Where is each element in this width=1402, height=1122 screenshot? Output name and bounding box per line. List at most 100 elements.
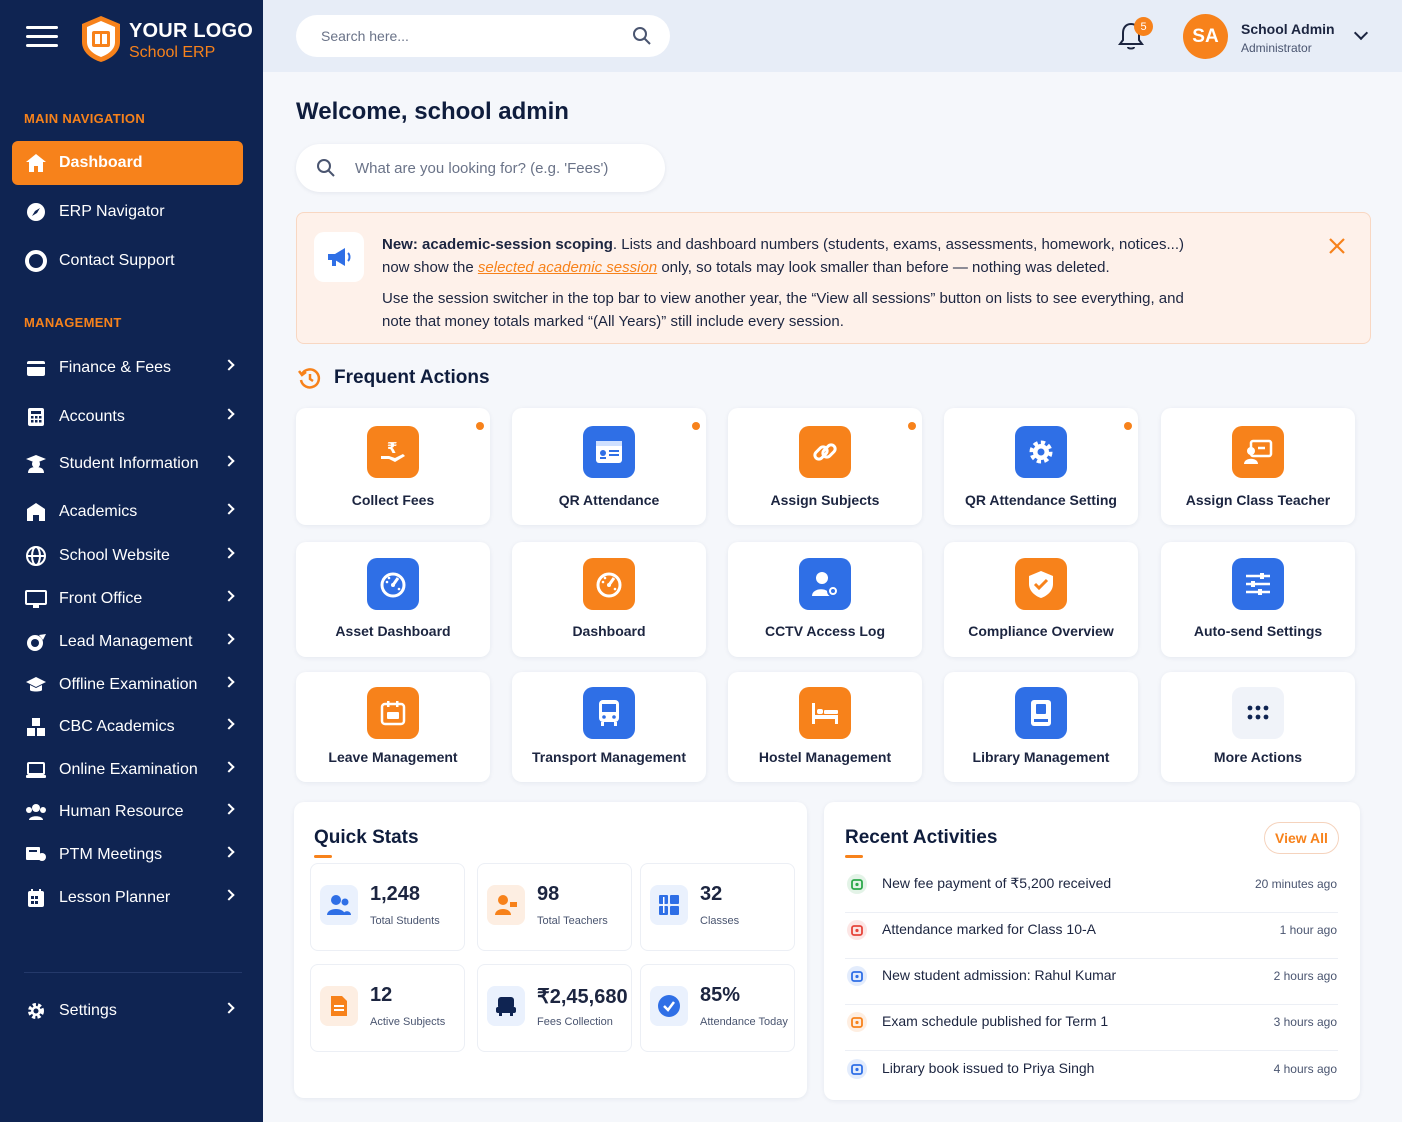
action-card-collect-fees[interactable]: ₹ Collect Fees (296, 408, 490, 525)
gear-icon (1015, 426, 1067, 478)
svg-text:₹: ₹ (387, 439, 397, 457)
action-card-more-actions[interactable]: More Actions (1161, 672, 1355, 782)
header-search-input[interactable]: Search here... (296, 15, 670, 57)
notice-text: New: academic-session scoping. Lists and… (382, 233, 1192, 333)
close-icon[interactable] (1328, 237, 1346, 255)
chevron-right-icon (223, 676, 235, 688)
activity-item[interactable]: Library book issued to Priya Singh 4 hour… (845, 1052, 1338, 1098)
hamburger-menu-icon[interactable] (26, 26, 58, 48)
chevron-right-icon (223, 455, 235, 467)
action-card-compliance-overview[interactable]: Compliance Overview (944, 542, 1138, 657)
sidebar-item-offline-examination[interactable]: Offline Examination (12, 663, 243, 707)
sidebar-item-human-resource[interactable]: Human Resource (12, 790, 243, 834)
sidebar-item-contact-support[interactable]: Contact Support (12, 239, 243, 283)
view-all-button[interactable]: View All (1264, 822, 1339, 854)
id-card-icon (583, 426, 635, 478)
chevron-right-icon (223, 1002, 235, 1014)
sidebar-item-label: Lead Management (59, 633, 193, 650)
action-card-label: Compliance Overview (968, 623, 1114, 639)
stat-card-total-teachers: 98 Total Teachers (477, 863, 632, 951)
users-icon (24, 800, 48, 824)
funnel-icon (24, 630, 48, 654)
activity-item[interactable]: New student admission: Rahul Kumar 2 hour… (845, 959, 1338, 1005)
stat-value: 98 (537, 883, 560, 905)
action-card-asset-dashboard[interactable]: Asset Dashboard (296, 542, 490, 657)
new-indicator-dot (908, 422, 916, 430)
logo-icon (82, 16, 120, 62)
sidebar-item-school-website[interactable]: School Website (12, 534, 243, 578)
divider (24, 972, 242, 973)
sidebar-item-label: Settings (59, 1002, 117, 1019)
meeting-icon (24, 843, 48, 867)
gauge-icon (367, 558, 419, 610)
action-card-library-management[interactable]: Library Management (944, 672, 1138, 782)
sidebar-item-cbc-academics[interactable]: CBC Academics (12, 705, 243, 749)
avatar[interactable]: SA (1183, 14, 1228, 59)
sidebar-item-settings[interactable]: Settings (12, 989, 243, 1033)
frequent-actions-title: Frequent Actions (334, 367, 490, 388)
sidebar-item-front-office[interactable]: Front Office (12, 577, 243, 621)
sidebar-item-student-information[interactable]: Student Information (12, 442, 243, 486)
sidebar-item-academics[interactable]: Academics (12, 490, 243, 534)
sidebar-item-label: PTM Meetings (59, 846, 163, 863)
book-icon (847, 1059, 867, 1079)
sidebar-item-dashboard[interactable]: Dashboard (12, 141, 243, 185)
sidebar-item-lead-management[interactable]: Lead Management (12, 620, 243, 664)
action-card-label: Hostel Management (758, 749, 892, 765)
action-card-assign-subjects[interactable]: Assign Subjects (728, 408, 922, 525)
new-indicator-dot (476, 422, 484, 430)
notice-line2-pre: now show the (382, 259, 478, 276)
notice-line2-post: only, so totals may look smaller than be… (657, 259, 1110, 276)
main-search-input[interactable]: What are you looking for? (e.g. 'Fees') (296, 144, 665, 192)
chevron-right-icon (223, 590, 235, 602)
calendar-icon (367, 687, 419, 739)
action-card-label: Leave Management (328, 749, 458, 765)
title-underline (845, 855, 863, 858)
sidebar-item-lesson-planner[interactable]: Lesson Planner (12, 876, 243, 920)
home-icon (24, 151, 48, 175)
notice-bold: New: academic-session scoping (382, 236, 613, 253)
activity-text: Library book issued to Priya Singh (882, 1060, 1095, 1076)
sidebar-item-online-examination[interactable]: Online Examination (12, 748, 243, 792)
activity-item[interactable]: Exam schedule published for Term 1 3 hour… (845, 1005, 1338, 1051)
planner-icon (24, 886, 48, 910)
main-navigation-heading: MAIN NAVIGATION (24, 111, 146, 126)
chevron-right-icon (223, 359, 235, 371)
sliders-icon (1232, 558, 1284, 610)
sidebar-item-label: Academics (59, 503, 138, 520)
chevron-right-icon (223, 633, 235, 645)
activity-time: 4 hours ago (1273, 1062, 1337, 1076)
calendar-icon (847, 1012, 867, 1032)
action-card-qr-attendance-setting[interactable]: QR Attendance Setting (944, 408, 1138, 525)
action-card-label: Asset Dashboard (335, 623, 451, 639)
action-card-leave-management[interactable]: Leave Management (296, 672, 490, 782)
action-card-qr-attendance[interactable]: QR Attendance (512, 408, 706, 525)
bed-icon (799, 687, 851, 739)
action-card-dashboard[interactable]: Dashboard (512, 542, 706, 657)
stat-card-total-students: 1,248 Total Students (310, 863, 465, 951)
management-heading: MANAGEMENT (24, 315, 122, 330)
student-icon (24, 452, 48, 476)
sidebar-item-accounts[interactable]: Accounts (12, 395, 243, 439)
sidebar-item-erp-navigator[interactable]: ERP Navigator (12, 190, 243, 234)
action-card-cctv-access-log[interactable]: CCTV Access Log (728, 542, 922, 657)
search-icon[interactable] (632, 26, 652, 46)
dots-grid-icon (1232, 687, 1284, 739)
chevron-right-icon (223, 718, 235, 730)
action-card-assign-class-teacher[interactable]: Assign Class Teacher (1161, 408, 1355, 525)
sidebar-item-ptm-meetings[interactable]: PTM Meetings (12, 833, 243, 877)
sidebar-item-label: Front Office (59, 590, 143, 607)
sidebar-item-finance-fees[interactable]: Finance & Fees (12, 346, 243, 390)
chevron-right-icon (223, 803, 235, 815)
action-card-hostel-management[interactable]: Hostel Management (728, 672, 922, 782)
activity-time: 3 hours ago (1273, 1015, 1337, 1029)
action-card-auto-send-settings[interactable]: Auto-send Settings (1161, 542, 1355, 657)
action-card-label: QR Attendance Setting (965, 492, 1117, 508)
notification-badge: 5 (1134, 17, 1153, 36)
activity-item[interactable]: Attendance marked for Class 10-A 1 hour a… (845, 913, 1338, 959)
action-card-label: Auto-send Settings (1193, 623, 1323, 639)
activity-item[interactable]: New fee payment of ₹5,200 received 20 min… (845, 867, 1338, 913)
sidebar-item-label: Contact Support (59, 252, 175, 269)
action-card-transport-management[interactable]: Transport Management (512, 672, 706, 782)
action-card-label: Assign Subjects (770, 492, 880, 508)
